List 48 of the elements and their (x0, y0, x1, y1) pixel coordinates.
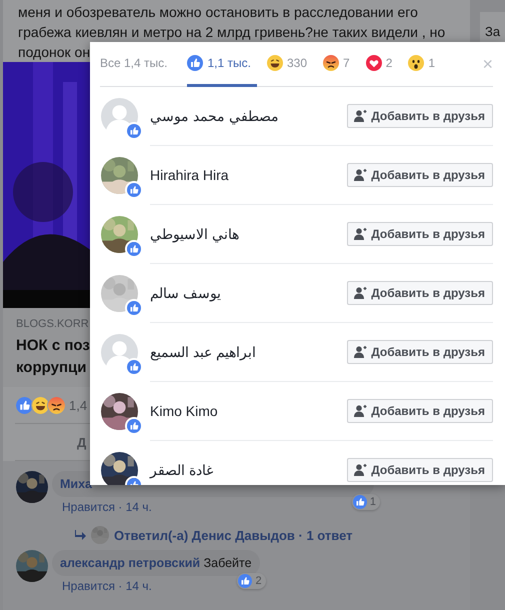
like-icon (238, 574, 252, 588)
add-friend-button[interactable]: Добавить в друзья (347, 281, 493, 305)
comment-text: александр петровский Забейте (60, 556, 252, 570)
like-icon (15, 396, 34, 414)
add-person-icon (354, 405, 368, 417)
person-name[interactable]: يوسف سالم (150, 285, 348, 301)
add-person-icon (354, 346, 368, 358)
like-icon (127, 360, 141, 374)
person-name[interactable]: ابراهيم عبد السميع (150, 344, 348, 360)
side-text: За (485, 24, 500, 38)
add-friend-button[interactable]: Добавить в друзья (347, 104, 493, 128)
person-name[interactable]: غادة الصقر (150, 462, 348, 478)
add-person-icon (354, 287, 368, 299)
add-person-icon (354, 110, 368, 122)
like-icon (352, 495, 367, 509)
like-count: 1 (370, 496, 376, 508)
link-domain: BLOGS.KORR (16, 318, 89, 330)
like-count: 2 (255, 575, 262, 587)
like-icon (127, 419, 141, 433)
angry-emoji-icon (323, 55, 339, 71)
like-icon (127, 183, 141, 197)
like-icon (127, 242, 141, 256)
reaction-tab[interactable]: 1,1 тыс. (187, 42, 257, 87)
laughing-emoji-icon (31, 396, 50, 414)
person-name[interactable]: مصطفي محمد موسي (150, 108, 348, 124)
link-title[interactable]: НОК с поз коррупци (16, 335, 90, 379)
like-icon (187, 55, 204, 71)
comment-text: Миха (60, 477, 92, 491)
add-person-icon (354, 169, 368, 181)
add-friend-button[interactable]: Добавить в друзья (347, 458, 493, 482)
add-person-icon (354, 464, 368, 476)
add-friend-button[interactable]: Добавить в друзья (347, 163, 493, 187)
person-name[interactable]: هاني الاسيوطي (150, 226, 348, 242)
like-icon (127, 124, 141, 138)
reply-arrow-icon (74, 530, 86, 540)
add-person-icon (354, 228, 368, 240)
person-name[interactable]: Hirahira Hira (150, 167, 348, 183)
person-name[interactable]: Kimo Kimo (150, 403, 348, 419)
add-friend-button[interactable]: Добавить в друзья (347, 399, 493, 423)
reply-link[interactable]: Ответил(-а) Денис Давыдов · 1 ответ (114, 528, 353, 542)
like-icon (127, 301, 141, 315)
comment-meta[interactable]: Нравится · 14 ч. (62, 500, 152, 514)
angry-emoji-icon (47, 396, 66, 414)
comment-meta[interactable]: Нравится · 14 ч. (62, 579, 152, 593)
add-friend-button[interactable]: Добавить в друзья (347, 340, 493, 364)
add-friend-button[interactable]: Добавить в друзья (347, 222, 493, 246)
surprised-emoji-icon (408, 55, 424, 71)
laughing-emoji-icon (266, 55, 283, 71)
